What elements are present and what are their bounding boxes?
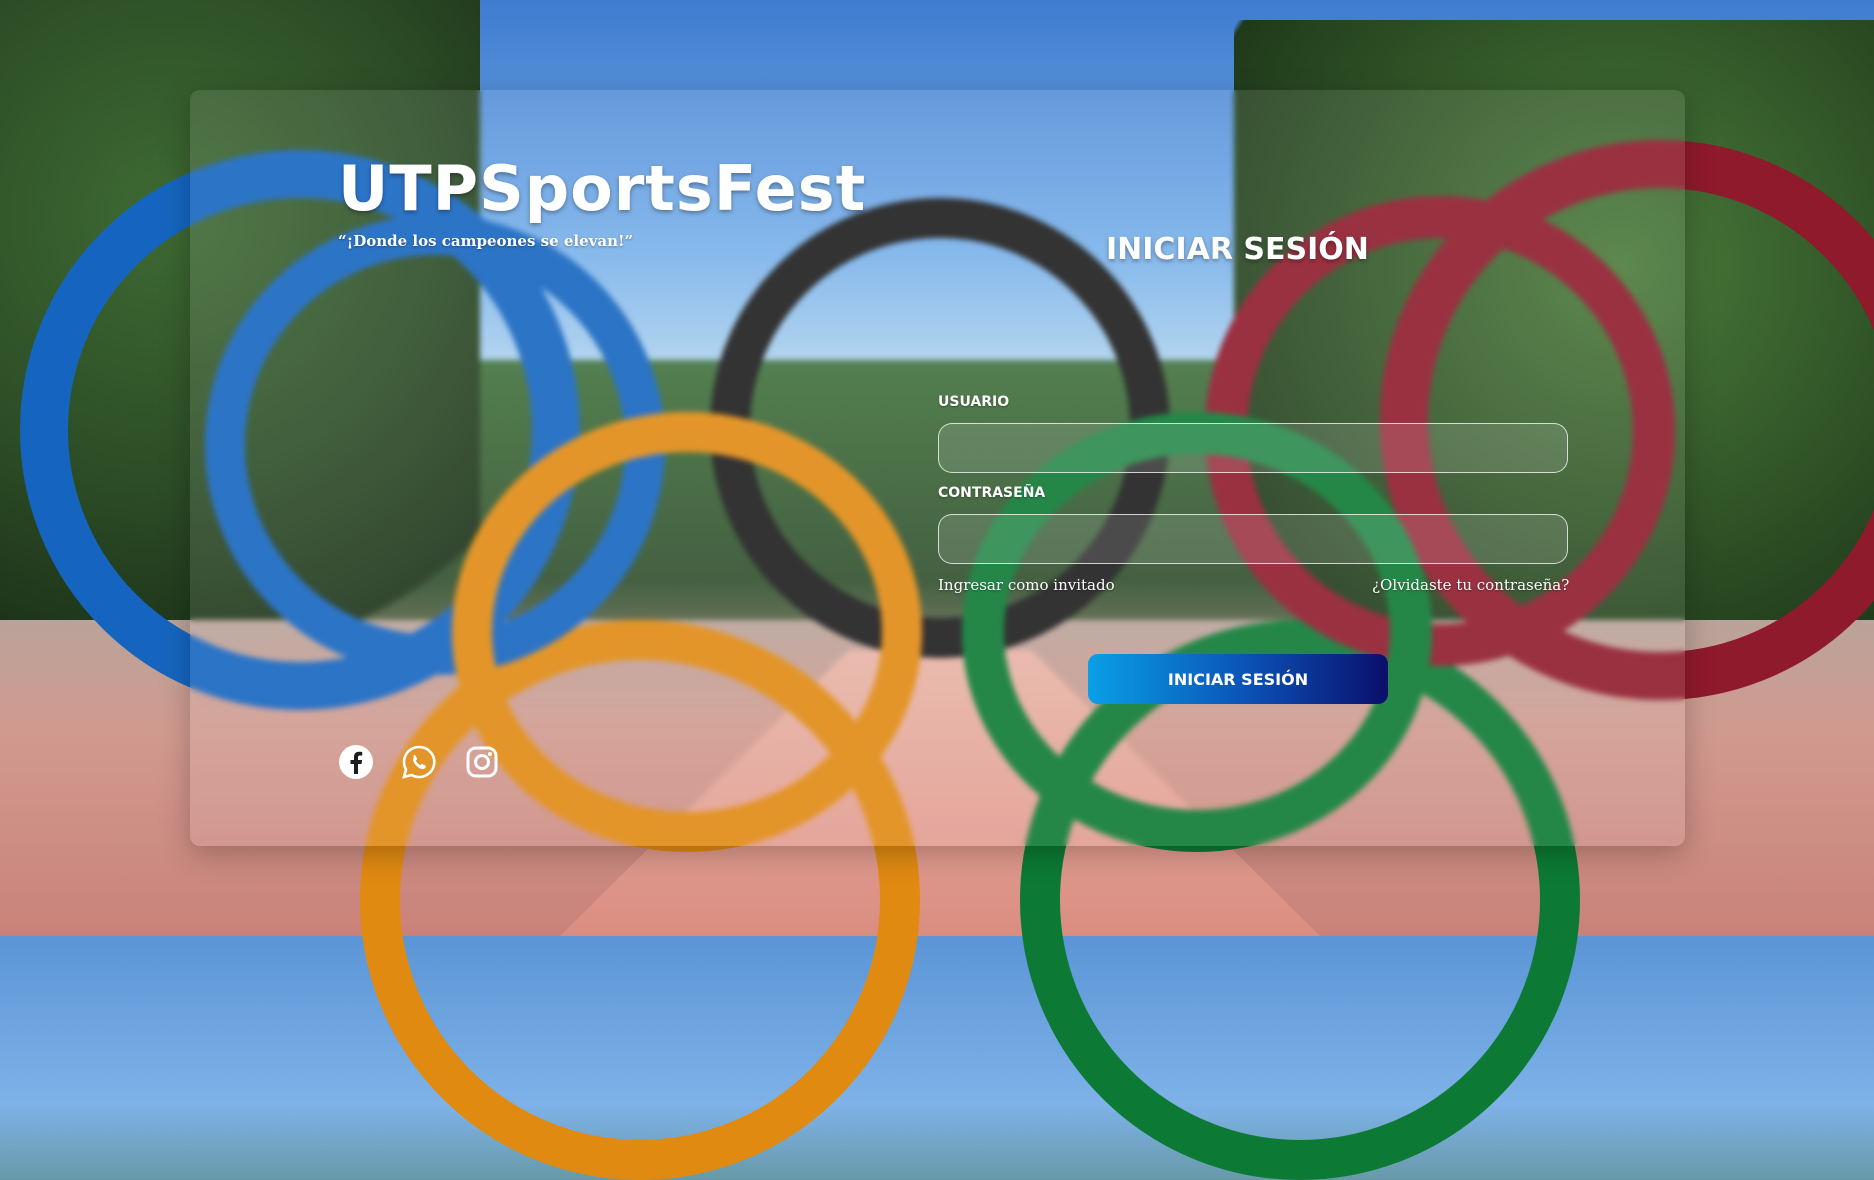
login-submit-button[interactable]: INICIAR SESIÓN: [1088, 654, 1388, 704]
password-input[interactable]: [938, 514, 1568, 564]
forgot-password-link[interactable]: ¿Olvidaste tu contraseña?: [1372, 576, 1569, 594]
brand-title: UTPSportsFest: [338, 152, 867, 225]
facebook-icon[interactable]: [338, 744, 374, 780]
login-title: INICIAR SESIÓN: [1106, 232, 1369, 267]
password-label: CONTRASEÑA: [938, 485, 1046, 501]
social-links: [338, 744, 500, 780]
username-label: USUARIO: [938, 394, 1010, 410]
instagram-icon[interactable]: [464, 744, 500, 780]
brand-tagline: “¡Donde los campeones se elevan!”: [338, 232, 634, 250]
whatsapp-icon[interactable]: [401, 744, 437, 780]
username-input[interactable]: [938, 423, 1568, 473]
guest-login-link[interactable]: Ingresar como invitado: [938, 576, 1115, 594]
